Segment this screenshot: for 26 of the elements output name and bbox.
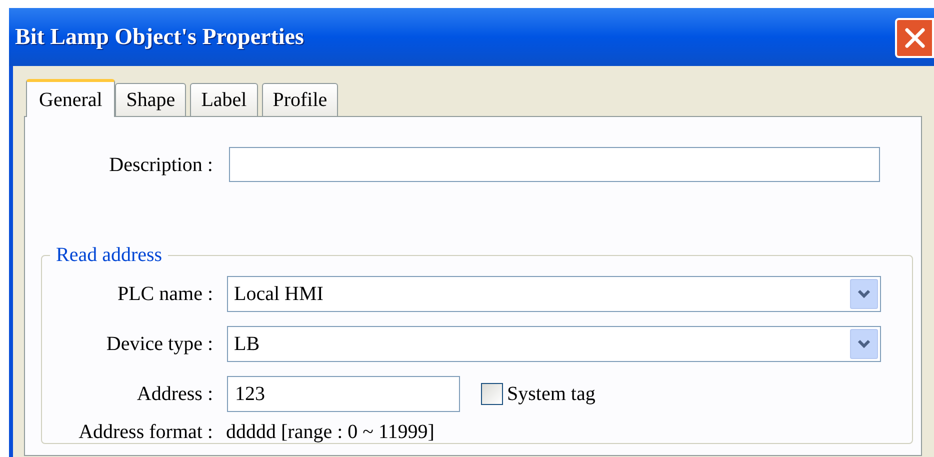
description-input[interactable] — [229, 147, 880, 182]
dropdown-arrow-button[interactable] — [850, 329, 878, 359]
tab[interactable]: Profile — [262, 83, 338, 116]
dropdown[interactable]: LB — [227, 326, 881, 362]
window-title: Bit Lamp Object's Properties — [15, 22, 304, 51]
tab[interactable]: Shape — [115, 83, 186, 116]
address-input[interactable]: 123 — [227, 376, 460, 412]
close-icon — [904, 27, 926, 49]
dropdown[interactable]: Local HMI — [227, 276, 881, 312]
field-label: Device type : — [105, 332, 214, 357]
field-label: Description : — [108, 152, 214, 178]
dropdown-value: Local HMI — [234, 282, 324, 307]
checkbox-label: System tag — [507, 382, 596, 407]
field-label: PLC name : — [116, 282, 214, 307]
chevron-down-icon — [857, 339, 871, 349]
checkbox[interactable] — [481, 383, 503, 405]
dropdown-value: LB — [234, 332, 260, 357]
close-button[interactable] — [895, 18, 934, 58]
tab[interactable]: Label — [190, 83, 258, 116]
chevron-down-icon — [857, 289, 871, 299]
tab[interactable]: General — [26, 79, 116, 117]
field-label: Address : — [136, 382, 214, 407]
format-value: ddddd [range : 0 ~ 11999] — [226, 420, 434, 445]
field-label: Address format : — [78, 420, 214, 445]
dropdown-arrow-button[interactable] — [850, 279, 878, 309]
group-title: Read address — [55, 244, 164, 266]
